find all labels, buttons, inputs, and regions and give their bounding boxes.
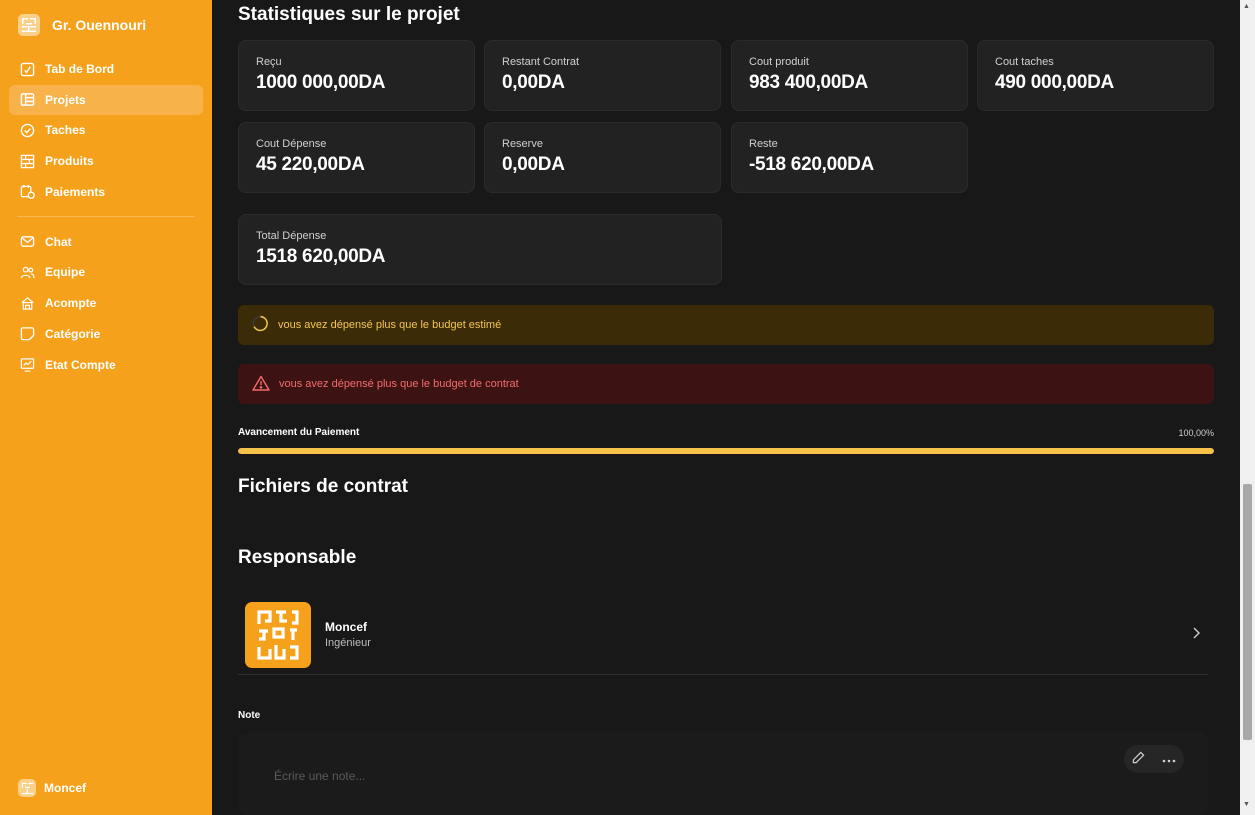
responsable-avatar (245, 602, 311, 668)
stat-card-cout-produit: Cout produit 983 400,00DA (731, 40, 968, 111)
scroll-thumb[interactable] (1243, 484, 1252, 740)
stats-title: Statistiques sur le projet (238, 4, 460, 25)
sidebar-nav: Tab de Bord Projets Taches Produits Paie… (9, 54, 203, 380)
contract-files-title: Fichiers de contrat (238, 476, 408, 497)
stat-value: 1518 620,00DA (256, 246, 386, 267)
payment-progress-value: 100,00% (1178, 428, 1214, 438)
account-state-icon (19, 356, 36, 373)
stat-label: Reçu (256, 56, 282, 68)
contract-danger-alert: vous avez dépensé plus que le budget de … (238, 364, 1214, 404)
user-account[interactable]: Moncef (18, 779, 86, 797)
payments-icon (19, 183, 36, 200)
brand[interactable]: Gr. Ouennouri (18, 14, 146, 36)
sidebar-item-taches[interactable]: Taches (9, 115, 203, 145)
stat-value: 1000 000,00DA (256, 72, 386, 93)
budget-warning-alert: vous avez dépensé plus que le budget est… (238, 305, 1214, 345)
stat-card-restant-contrat: Restant Contrat 0,00DA (484, 40, 721, 111)
more-options-icon[interactable] (1162, 752, 1176, 766)
sidebar-item-label: Projets (45, 92, 86, 107)
warning-triangle-icon (252, 375, 270, 394)
stat-card-reserve: Reserve 0,00DA (484, 122, 721, 193)
sidebar-item-label: Chat (45, 234, 72, 249)
responsable-row[interactable]: Moncef Ingénieur (238, 594, 1208, 675)
deposit-icon (19, 295, 36, 312)
sidebar-item-label: Equipe (45, 265, 86, 280)
edit-pencil-icon[interactable] (1132, 751, 1145, 767)
stat-label: Cout Dépense (256, 138, 327, 150)
check-circle-icon (19, 122, 36, 139)
sidebar-item-paiements[interactable]: Paiements (9, 177, 203, 207)
sidebar-item-label: Produits (45, 154, 94, 169)
stat-value: 0,00DA (502, 154, 565, 175)
mail-icon (19, 233, 36, 250)
payment-progress-label: Avancement du Paiement (238, 427, 360, 438)
note-input[interactable] (274, 769, 974, 783)
stat-value: 0,00DA (502, 72, 565, 93)
stat-label: Cout produit (749, 56, 809, 68)
qr-logo-icon (257, 610, 299, 660)
stat-value: 45 220,00DA (256, 154, 365, 175)
sidebar-item-projets[interactable]: Projets (9, 84, 203, 115)
stat-value: 490 000,00DA (995, 72, 1114, 93)
sidebar-item-tab-de-bord[interactable]: Tab de Bord (9, 54, 203, 84)
sidebar-item-label: Taches (45, 123, 86, 138)
projects-icon (19, 91, 36, 108)
stat-card-cout-taches: Cout taches 490 000,00DA (977, 40, 1214, 111)
scrollbar[interactable]: ▲ ▼ (1240, 0, 1255, 815)
category-icon (19, 325, 36, 342)
chevron-right-icon (1192, 626, 1200, 642)
responsable-title: Responsable (238, 547, 357, 568)
note-toolbar (1124, 745, 1184, 773)
sidebar-item-label: Catégorie (45, 326, 101, 341)
sidebar-item-categorie[interactable]: Catégorie (9, 319, 203, 349)
spinner-icon (252, 315, 269, 335)
sidebar-item-etat-compte[interactable]: Etat Compte (9, 350, 203, 380)
responsable-role: Ingénieur (325, 637, 371, 649)
stat-value: 983 400,00DA (749, 72, 868, 93)
brand-name: Gr. Ouennouri (52, 17, 147, 33)
stat-label: Reserve (502, 138, 543, 150)
payment-progress-bar (238, 448, 1214, 454)
stat-label: Reste (749, 138, 778, 150)
sidebar-item-label: Acompte (45, 296, 97, 311)
stat-card-total-depense: Total Dépense 1518 620,00DA (238, 214, 722, 285)
alert-text: vous avez dépensé plus que le budget de … (279, 378, 519, 390)
sidebar-item-label: Tab de Bord (45, 62, 115, 76)
sidebar-item-chat[interactable]: Chat (9, 227, 203, 257)
sidebar-item-label: Etat Compte (45, 357, 116, 372)
user-avatar-icon (18, 779, 36, 797)
scroll-down-arrow-icon[interactable]: ▼ (1243, 801, 1250, 808)
sidebar-item-equipe[interactable]: Equipe (9, 257, 203, 287)
main-content: Statistiques sur le projet Reçu 1000 000… (212, 0, 1240, 815)
stat-label: Cout taches (995, 56, 1054, 68)
note-editor (238, 733, 1208, 815)
team-icon (19, 264, 36, 281)
dashboard-icon (19, 61, 36, 78)
user-name: Moncef (44, 781, 86, 795)
stat-label: Total Dépense (256, 230, 327, 242)
sidebar-item-label: Paiements (45, 184, 106, 199)
sidebar: Gr. Ouennouri Tab de Bord Projets Taches… (0, 0, 212, 815)
stat-card-cout-depense: Cout Dépense 45 220,00DA (238, 122, 475, 193)
scroll-up-arrow-icon[interactable]: ▲ (1243, 3, 1250, 10)
stat-card-recu: Reçu 1000 000,00DA (238, 40, 475, 111)
note-label: Note (238, 710, 261, 721)
sidebar-divider (17, 215, 195, 217)
products-icon (19, 153, 36, 170)
stat-label: Restant Contrat (502, 56, 580, 68)
responsable-name: Moncef (325, 620, 367, 634)
sidebar-item-acompte[interactable]: Acompte (9, 288, 203, 318)
stat-card-reste: Reste -518 620,00DA (731, 122, 968, 193)
sidebar-item-produits[interactable]: Produits (9, 146, 203, 176)
qr-logo-icon (18, 14, 40, 36)
alert-text: vous avez dépensé plus que le budget est… (278, 319, 502, 331)
stat-value: -518 620,00DA (749, 154, 874, 175)
payment-progress-fill (238, 448, 1214, 454)
